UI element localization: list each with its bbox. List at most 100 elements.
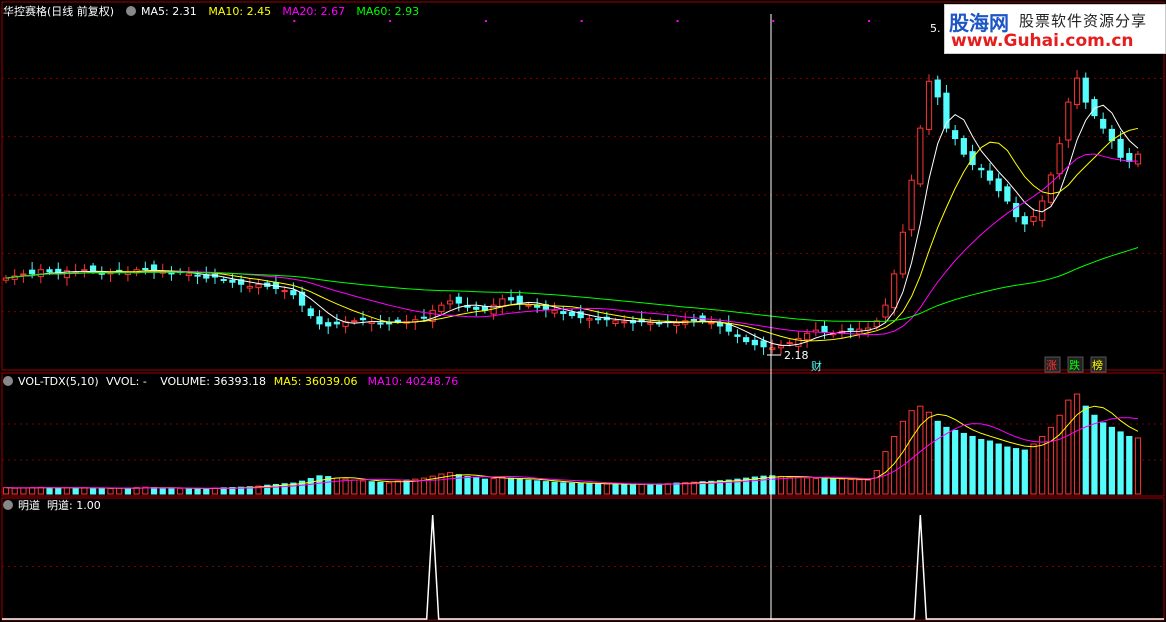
- stock-chart[interactable]: 华控赛格(日线 前复权) MA5: 2.31 MA10: 2.45 MA20: 2.…: [0, 0, 1166, 622]
- volume-bar: [873, 470, 880, 495]
- volume-legend: VVOL: - VOLUME: 36393.18 MA5: 36039.06 MA10…: [106, 375, 458, 388]
- volume-bar: [37, 486, 44, 495]
- candle-body: [281, 290, 288, 293]
- volume-panel-menu-icon[interactable]: [3, 376, 13, 386]
- volume-bar: [1117, 431, 1124, 495]
- candle-body: [647, 322, 654, 325]
- volume-bar: [673, 482, 680, 495]
- candle-body: [142, 267, 149, 270]
- candle-body: [81, 269, 88, 272]
- volume-bar: [647, 483, 654, 495]
- volume-bar: [490, 478, 497, 495]
- volume-bar: [960, 432, 967, 495]
- candle-body: [20, 273, 27, 276]
- candle-body: [960, 138, 967, 155]
- candle-body: [760, 340, 767, 348]
- candle-body: [751, 339, 758, 346]
- volume-bar: [98, 487, 105, 495]
- candle-body: [455, 296, 462, 304]
- volume-bar: [150, 487, 158, 495]
- volume-bar: [307, 478, 314, 495]
- candle-body: [359, 317, 367, 321]
- volume-bar: [516, 478, 523, 495]
- volume-bar: [1004, 446, 1011, 495]
- volume-legend-item: MA10: 40248.76: [368, 375, 459, 388]
- volume-bar: [481, 478, 489, 495]
- volume-bar: [969, 435, 976, 495]
- volume-bar: [769, 475, 776, 495]
- volume-bar: [577, 483, 584, 495]
- mingdao-legend-item: 明道: 1.00: [47, 498, 101, 512]
- candle-body: [246, 285, 253, 289]
- volume-bar: [786, 476, 793, 495]
- volume-bar: [63, 487, 71, 495]
- candle-body: [325, 322, 332, 327]
- mingdao-panel-frame: [1, 497, 1165, 621]
- candle-body: [777, 345, 785, 349]
- candle-body: [516, 295, 523, 304]
- candle-body: [220, 279, 227, 282]
- candle-body: [621, 321, 628, 324]
- volume-bar: [603, 483, 610, 495]
- volume-bar: [2, 487, 10, 495]
- volume-bar: [795, 476, 802, 495]
- volume-bar: [185, 488, 192, 495]
- candle-body: [934, 79, 941, 98]
- ma-legend-item: MA10: 2.45: [208, 5, 271, 18]
- mingdao-panel-title: 明道: [18, 498, 40, 512]
- volume-bar: [203, 488, 210, 495]
- min-price-label: 2.18: [784, 349, 809, 362]
- candle-body: [708, 322, 715, 325]
- candle-body: [769, 347, 776, 350]
- event-dot: [676, 20, 679, 22]
- volume-bar: [1047, 426, 1055, 495]
- volume-bar: [638, 483, 645, 495]
- candle-body: [1126, 153, 1133, 162]
- candle-body: [673, 322, 680, 327]
- volume-bar: [1100, 422, 1107, 495]
- volume-bar: [403, 479, 410, 495]
- volume-bar: [551, 481, 558, 495]
- candle-body: [446, 300, 454, 305]
- volume-bar: [525, 479, 532, 495]
- candle-body: [803, 332, 811, 341]
- candle-body: [98, 272, 105, 275]
- volume-bar: [1126, 435, 1133, 495]
- candle-body: [891, 273, 898, 309]
- candle-body: [473, 306, 480, 310]
- candle-body: [1030, 216, 1037, 222]
- candle-body: [307, 308, 314, 317]
- volume-bar: [377, 481, 384, 495]
- candle-body: [420, 316, 428, 319]
- volume-bar: [124, 487, 132, 495]
- ma-legend-item: MA20: 2.67: [282, 5, 345, 18]
- volume-ma5-line: [5, 405, 1139, 489]
- volume-bar: [838, 478, 846, 495]
- volume-bar: [29, 487, 36, 495]
- event-dot: [868, 20, 871, 22]
- candle-body: [1117, 138, 1124, 158]
- candle-body: [37, 269, 44, 277]
- volume-bar: [1073, 393, 1081, 495]
- candle-body: [908, 179, 915, 231]
- volume-bar: [934, 420, 941, 495]
- volume-bar: [1012, 448, 1020, 495]
- candle-body: [89, 265, 97, 272]
- panel-menu-icon[interactable]: [126, 6, 136, 16]
- volume-bar: [1091, 414, 1098, 495]
- volume-bar: [55, 487, 62, 495]
- candle-body: [1056, 143, 1063, 175]
- volume-panel-title: VOL-TDX(5,10): [18, 375, 99, 388]
- volume-bar: [586, 483, 593, 495]
- candle-body: [995, 178, 1002, 192]
- cai-label: 财: [811, 359, 822, 373]
- volume-bar: [978, 438, 985, 495]
- volume-bar: [856, 479, 863, 495]
- mingdao-panel-menu-icon[interactable]: [3, 500, 13, 510]
- event-dot: [580, 20, 583, 22]
- candle-body: [507, 297, 515, 301]
- candle-body: [194, 274, 201, 277]
- volume-bar: [629, 484, 637, 495]
- volume-bar: [595, 483, 602, 495]
- volume-bar: [986, 440, 994, 495]
